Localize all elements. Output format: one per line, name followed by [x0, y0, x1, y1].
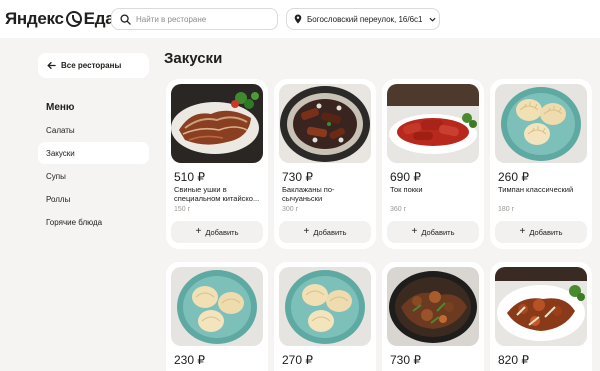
product-image[interactable]: [387, 267, 479, 346]
product-price: 260 ₽: [498, 170, 529, 184]
product-weight: 300 г: [282, 206, 299, 213]
plus-icon: +: [195, 226, 202, 237]
add-to-cart-button[interactable]: + Добавить: [171, 221, 263, 243]
add-to-cart-button[interactable]: + Добавить: [279, 221, 371, 243]
product-name: Тимпан классический: [498, 185, 574, 194]
search-input[interactable]: [136, 14, 266, 24]
add-to-cart-button[interactable]: + Добавить: [387, 221, 479, 243]
product-card[interactable]: 510 ₽ Свиные ушки в специальном китайско…: [166, 79, 268, 249]
dumplings-dish-image: [279, 267, 371, 346]
product-image[interactable]: [279, 267, 371, 346]
dumplings-dish-image: [495, 84, 587, 163]
sidebar-item-appetizers[interactable]: Закуски: [38, 142, 149, 164]
product-weight: 360 г: [390, 206, 407, 213]
dumplings-dish-image: [171, 267, 263, 346]
chevron-down-icon: [428, 17, 436, 22]
tteokbokki-dish-image: [387, 84, 479, 163]
product-card[interactable]: 260 ₽ Тимпан классический 180 г + Добавит…: [490, 79, 592, 249]
sidebar-item-hot-dishes[interactable]: Горячие блюда: [38, 211, 149, 233]
product-image[interactable]: [171, 267, 263, 346]
location-pin-icon: [294, 14, 302, 24]
add-button-label: Добавить: [421, 227, 455, 237]
product-card[interactable]: 230 ₽: [166, 262, 268, 371]
product-price: 510 ₽: [174, 170, 205, 184]
product-card[interactable]: 270 ₽: [274, 262, 376, 371]
logo-text-yandex: Яндекс: [5, 9, 64, 28]
add-button-label: Добавить: [529, 227, 563, 237]
sidebar-item-soups[interactable]: Супы: [38, 165, 149, 187]
sichuan-eggplant-dish-image: [279, 84, 371, 163]
address-selector[interactable]: Богословский переулок, 16/6с1: [286, 8, 440, 30]
product-card[interactable]: 730 ₽ Баклажаны по-сычуаньски 300 г + Доб…: [274, 79, 376, 249]
logo-mark-icon: [65, 11, 82, 27]
sidebar-item-label: Горячие блюда: [46, 217, 103, 227]
plus-icon: +: [519, 226, 526, 237]
arrow-left-icon: [47, 61, 56, 70]
product-price: 730 ₽: [282, 170, 313, 184]
sidebar-item-label: Роллы: [46, 194, 71, 204]
add-to-cart-button[interactable]: + Добавить: [495, 221, 587, 243]
logo-text-eda: Еда: [83, 9, 115, 28]
product-image[interactable]: [171, 84, 263, 163]
top-header: Яндекс Еда Богословский переулок, 16/6с1: [0, 0, 600, 38]
product-price: 690 ₽: [390, 170, 421, 184]
search-icon: [120, 13, 131, 25]
product-name: Свиные ушки в специальном китайско...: [174, 185, 260, 203]
back-to-restaurants-button[interactable]: Все рестораны: [38, 53, 149, 78]
product-price: 230 ₽: [174, 353, 205, 367]
product-price: 820 ₽: [498, 353, 529, 367]
sidebar-item-label: Салаты: [46, 125, 75, 135]
product-image[interactable]: [279, 84, 371, 163]
product-card[interactable]: 730 ₽: [382, 262, 484, 371]
add-button-label: Добавить: [313, 227, 347, 237]
sidebar-item-label: Закуски: [46, 148, 75, 158]
search-box[interactable]: [111, 8, 278, 30]
product-weight: 180 г: [498, 206, 515, 213]
add-button-label: Добавить: [205, 227, 239, 237]
stir-fry-dish-image: [495, 267, 587, 346]
menu-heading: Меню: [46, 102, 75, 113]
pork-ears-dish-image: [171, 84, 263, 163]
product-image[interactable]: [495, 267, 587, 346]
product-weight: 150 г: [174, 206, 191, 213]
product-image[interactable]: [387, 84, 479, 163]
product-image[interactable]: [495, 84, 587, 163]
product-card[interactable]: 820 ₽: [490, 262, 592, 371]
yandex-eda-logo[interactable]: Яндекс Еда: [5, 8, 115, 30]
plus-icon: +: [303, 226, 310, 237]
product-price: 270 ₽: [282, 353, 313, 367]
product-price: 730 ₽: [390, 353, 421, 367]
sidebar-item-rolls[interactable]: Роллы: [38, 188, 149, 210]
plus-icon: +: [411, 226, 418, 237]
back-button-label: Все рестораны: [61, 61, 122, 70]
address-text: Богословский переулок, 16/6с1: [307, 14, 423, 24]
section-title: Закуски: [164, 50, 223, 67]
sidebar-item-salads[interactable]: Салаты: [38, 119, 149, 141]
sidebar-item-label: Супы: [46, 171, 66, 181]
product-card[interactable]: 690 ₽ Ток покки 360 г + Добавить: [382, 79, 484, 249]
product-name: Баклажаны по-сычуаньски: [282, 185, 335, 203]
sizzling-plate-dish-image: [387, 267, 479, 346]
product-name: Ток покки: [390, 185, 423, 194]
